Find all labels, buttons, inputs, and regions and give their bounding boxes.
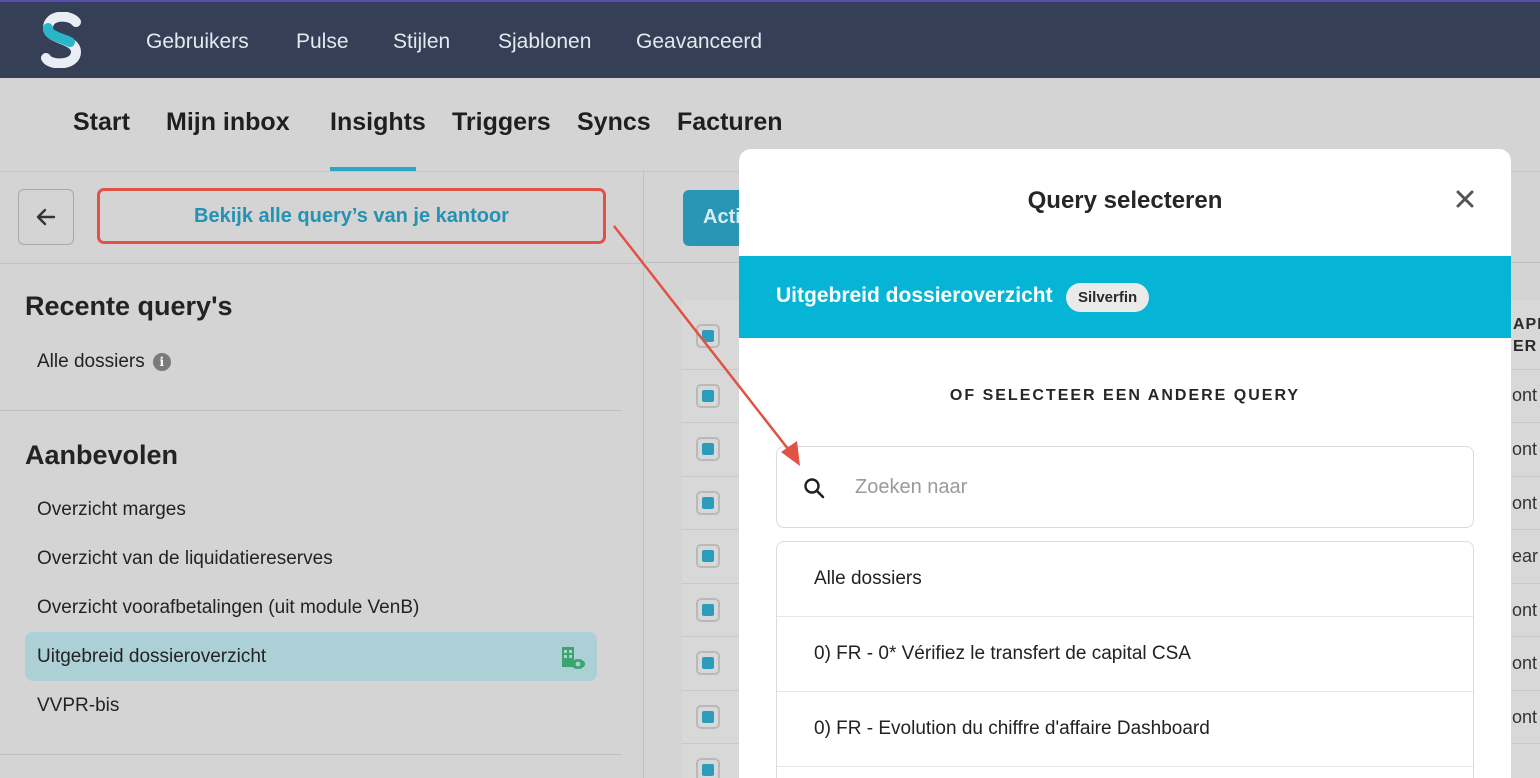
select-other-query-label: OF SELECTEER EEN ANDERE QUERY (949, 387, 1301, 404)
arrow-left-icon (36, 208, 56, 226)
recommended-item-voorafbetalingen[interactable]: Overzicht voorafbetalingen (uit module V… (37, 597, 419, 619)
table-cell-partial: ear (1512, 546, 1539, 566)
row-checkbox[interactable] (696, 705, 720, 729)
recommended-item-vvpr-bis[interactable]: VVPR-bis (37, 695, 119, 717)
tab-syncs[interactable]: Syncs (577, 108, 651, 137)
modal-title: Query selecteren (1027, 187, 1223, 214)
query-list-item[interactable]: 0) FR - 0* Vérifiez le transfert de capi… (777, 617, 1473, 692)
table-cell-partial: ont (1512, 439, 1538, 459)
row-checkbox[interactable] (696, 758, 720, 778)
row-checkbox[interactable] (696, 437, 720, 461)
search-input[interactable] (855, 471, 1435, 503)
recent-queries-heading: Recente query's (25, 291, 233, 321)
query-list-item-label: 0) FR - Evolution du chiffre d'affaire D… (814, 718, 1210, 739)
source-badge: Silverfin (1066, 283, 1150, 312)
search-field[interactable] (776, 446, 1474, 528)
recent-query-item[interactable]: Alle dossiers i (37, 351, 171, 373)
table-cell-partial: ont (1512, 600, 1538, 620)
topnav-gebruikers[interactable]: Gebruikers (146, 30, 249, 54)
divider (0, 410, 622, 411)
view-all-queries-button[interactable]: Bekijk alle query’s van je kantoor (97, 188, 606, 244)
top-navbar: Gebruikers Pulse Stijlen Sjablonen Geava… (0, 0, 1540, 78)
recommended-item-marges[interactable]: Overzicht marges (37, 499, 186, 521)
query-list-item-label: Alle dossiers (814, 568, 922, 589)
recommended-heading: Aanbevolen (25, 440, 179, 470)
tab-insights[interactable]: Insights (330, 108, 426, 137)
query-list-item[interactable]: Alle dossiers (777, 542, 1473, 617)
recent-query-label: Alle dossiers (37, 351, 145, 372)
back-button[interactable] (18, 189, 74, 245)
current-query-name: Uitgebreid dossieroverzicht (776, 284, 1053, 307)
current-query-banner: Uitgebreid dossieroverzicht Silverfin (739, 256, 1511, 338)
active-tab-indicator (330, 167, 416, 171)
topnav-geavanceerd[interactable]: Geavanceerd (636, 30, 762, 54)
recommended-item-uitgebreid[interactable]: Uitgebreid dossieroverzicht (37, 646, 266, 668)
query-sidebar: Bekijk alle query’s van je kantoor Recen… (0, 172, 644, 778)
building-view-icon (562, 647, 585, 669)
table-cell-partial: ont (1512, 493, 1538, 513)
select-query-modal: Query selecteren Uitgebreid dossieroverz… (739, 149, 1511, 778)
divider (0, 263, 644, 264)
query-list-item-label: 0) FR - 0* Vérifiez le transfert de capi… (814, 643, 1191, 664)
topnav-pulse[interactable]: Pulse (296, 30, 349, 54)
info-icon[interactable]: i (152, 352, 171, 371)
query-list: Alle dossiers 0) FR - 0* Vérifiez le tra… (776, 541, 1474, 778)
silverfin-logo[interactable] (40, 12, 84, 68)
topnav-stijlen[interactable]: Stijlen (393, 30, 450, 54)
table-cell-partial: ont (1512, 707, 1538, 727)
tab-facturen[interactable]: Facturen (677, 108, 783, 137)
divider (0, 754, 622, 755)
search-icon (804, 478, 825, 499)
recommended-item-liquidatiereserves[interactable]: Overzicht van de liquidatiereserves (37, 548, 333, 570)
tab-mijn-inbox[interactable]: Mijn inbox (166, 108, 290, 137)
select-all-checkbox[interactable] (696, 324, 720, 348)
row-checkbox[interactable] (696, 491, 720, 515)
row-checkbox[interactable] (696, 384, 720, 408)
row-checkbox[interactable] (696, 651, 720, 675)
query-list-item[interactable]: 0) FR - Evolution du chiffre d'affaire D… (777, 692, 1473, 767)
tab-start[interactable]: Start (73, 108, 130, 137)
row-checkbox[interactable] (696, 544, 720, 568)
table-column-header-partial[interactable]: APP ER (1513, 314, 1540, 358)
close-icon[interactable] (1451, 185, 1479, 213)
topnav-sjablonen[interactable]: Sjablonen (498, 30, 591, 54)
row-checkbox[interactable] (696, 598, 720, 622)
table-cell-partial: ont (1512, 653, 1538, 673)
table-cell-partial: ont (1512, 385, 1538, 405)
tab-triggers[interactable]: Triggers (452, 108, 551, 137)
